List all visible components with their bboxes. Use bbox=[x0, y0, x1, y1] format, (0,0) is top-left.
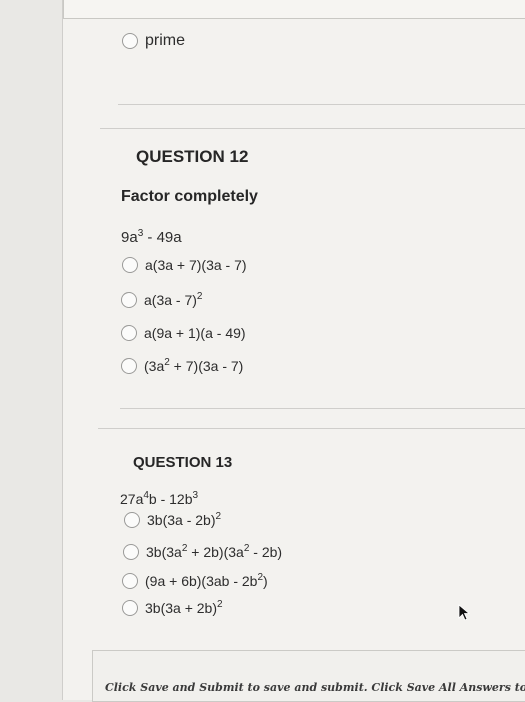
divider bbox=[100, 128, 525, 129]
radio-button[interactable] bbox=[122, 599, 138, 616]
submit-instructions: Click Save and Submit to save and submit… bbox=[105, 681, 525, 694]
option-label: a(3a + 7)(3a - 7) bbox=[145, 257, 247, 273]
submit-bar: Click Save and Submit to save and submit… bbox=[92, 650, 525, 702]
previous-question-box bbox=[63, 0, 525, 19]
option-label: (9a + 6b)(3ab - 2b2) bbox=[145, 572, 268, 589]
option-label: a(9a + 1)(a - 49) bbox=[144, 325, 246, 341]
question-13-option-a[interactable]: 3b(3a - 2b)2 bbox=[124, 511, 221, 528]
question-12-expression: 9a3 - 49a bbox=[121, 228, 182, 246]
question-12-option-a[interactable]: a(3a + 7)(3a - 7) bbox=[122, 257, 247, 273]
option-label: prime bbox=[145, 32, 186, 49]
divider bbox=[120, 408, 525, 409]
question-12-option-d[interactable]: (3a2 + 7)(3a - 7) bbox=[121, 357, 243, 374]
question-13-expression: 27a4b - 12b3 bbox=[120, 490, 199, 507]
mouse-cursor-icon bbox=[458, 604, 471, 621]
divider bbox=[98, 428, 525, 429]
radio-button[interactable] bbox=[121, 357, 137, 374]
radio-button[interactable] bbox=[123, 543, 139, 560]
question-12-option-c[interactable]: a(9a + 1)(a - 49) bbox=[121, 325, 246, 341]
assessment-page bbox=[62, 0, 525, 700]
option-label: 3b(3a - 2b)2 bbox=[147, 511, 222, 528]
option-label: (3a2 + 7)(3a - 7) bbox=[144, 357, 244, 374]
question-13-option-c[interactable]: (9a + 6b)(3ab - 2b2) bbox=[122, 572, 268, 589]
radio-button[interactable] bbox=[124, 511, 140, 528]
divider bbox=[118, 104, 525, 105]
radio-button[interactable] bbox=[122, 257, 138, 273]
radio-button[interactable] bbox=[121, 291, 137, 308]
question-13-option-d[interactable]: 3b(3a + 2b)2 bbox=[122, 599, 223, 616]
question-12-title: QUESTION 12 bbox=[136, 147, 249, 166]
radio-button[interactable] bbox=[121, 325, 137, 341]
option-label: a(3a - 7)2 bbox=[144, 291, 203, 308]
option-label: 3b(3a2 + 2b)(3a2 - 2b) bbox=[146, 543, 283, 560]
question-13-option-b[interactable]: 3b(3a2 + 2b)(3a2 - 2b) bbox=[123, 543, 282, 560]
radio-button[interactable] bbox=[122, 33, 138, 49]
option-prime[interactable]: prime bbox=[122, 32, 185, 50]
radio-button[interactable] bbox=[122, 572, 138, 589]
question-12-prompt: Factor completely bbox=[121, 188, 258, 205]
question-12-option-b[interactable]: a(3a - 7)2 bbox=[121, 291, 202, 308]
question-13-title: QUESTION 13 bbox=[133, 454, 233, 471]
option-label: 3b(3a + 2b)2 bbox=[145, 599, 223, 616]
